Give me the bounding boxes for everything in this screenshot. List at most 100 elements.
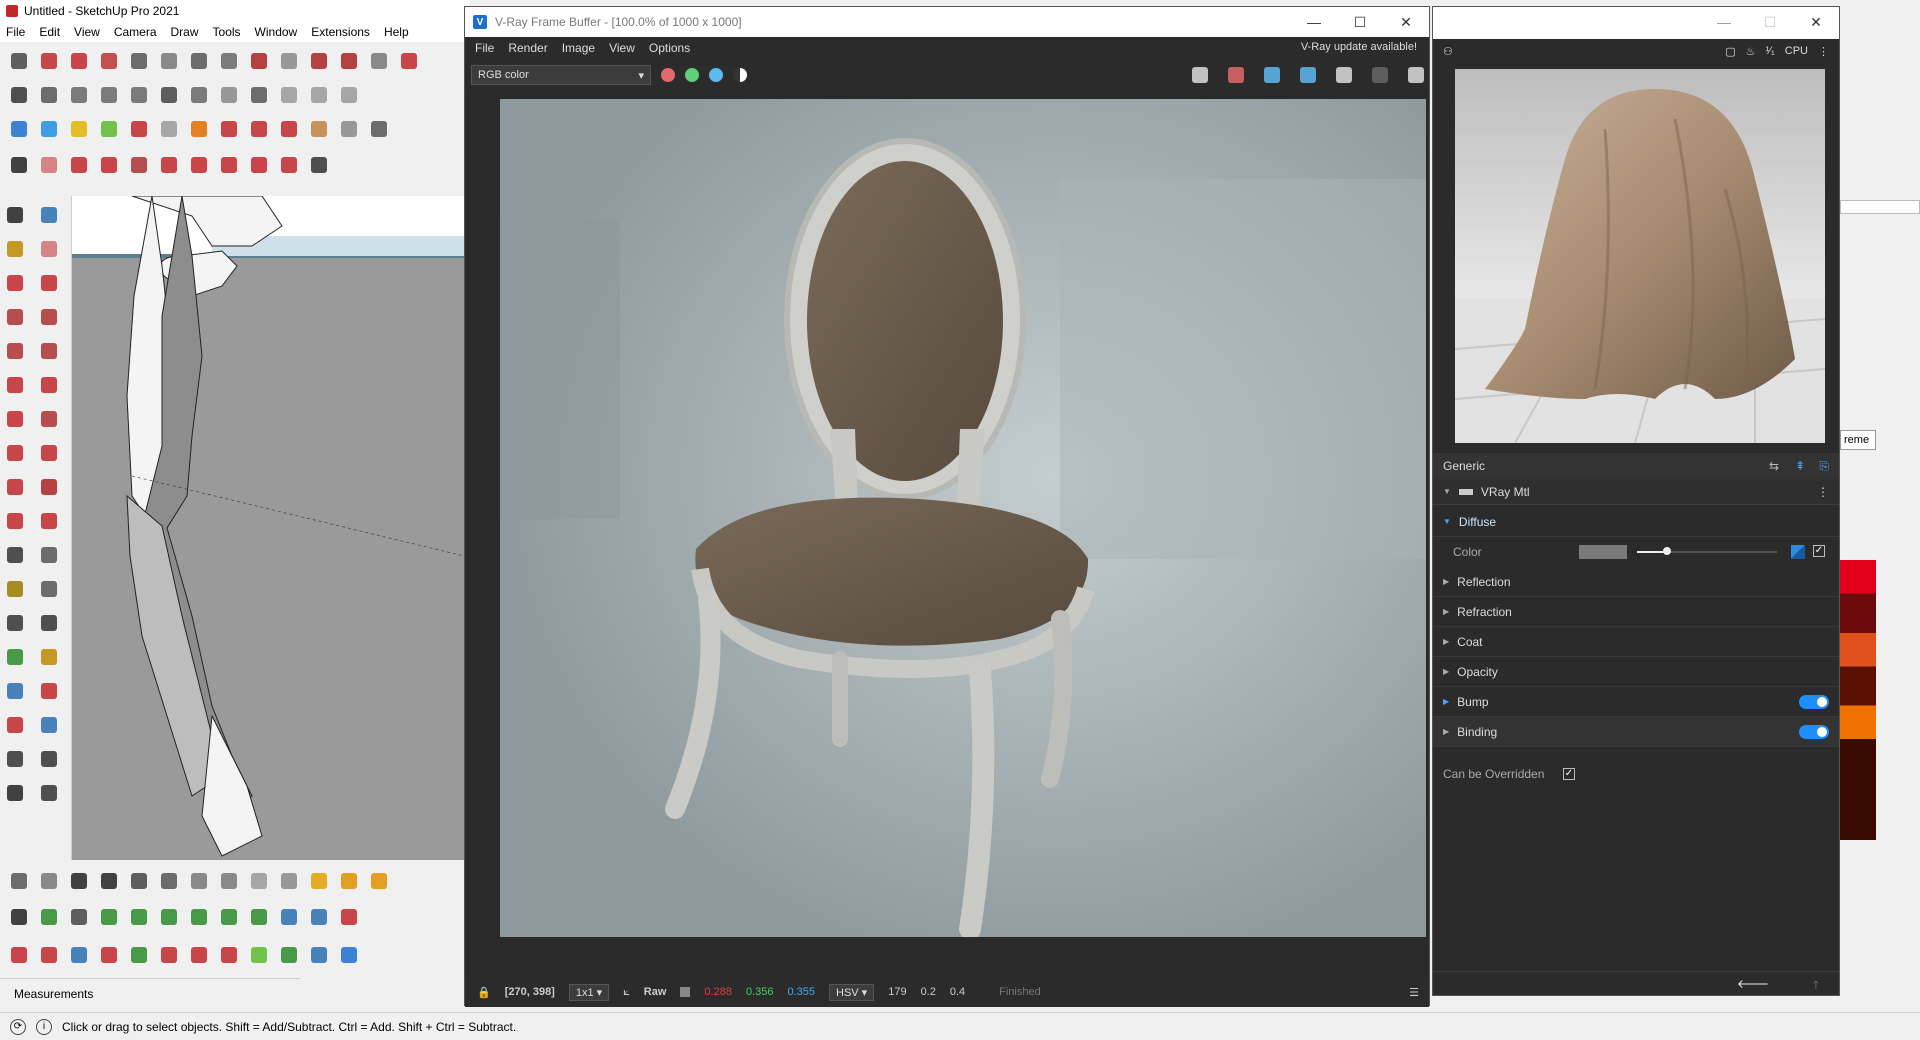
pan-icon[interactable]: [36, 644, 62, 670]
rectangle-tool-icon[interactable]: [2, 304, 28, 330]
vfb-menu-options[interactable]: Options: [649, 41, 690, 55]
arc-icon[interactable]: [96, 152, 122, 178]
hidden-line-icon[interactable]: [96, 82, 122, 108]
add-layer-icon[interactable]: ⇞: [1795, 459, 1805, 473]
adjust-icon[interactable]: ⇆: [1769, 459, 1779, 473]
section-icon[interactable]: [396, 48, 422, 74]
green-channel-icon[interactable]: [685, 68, 699, 82]
render-teapot-icon[interactable]: [1403, 62, 1429, 88]
minimize-icon[interactable]: —: [1291, 7, 1337, 37]
layer-3-icon[interactable]: [156, 904, 182, 930]
position-camera-icon[interactable]: [2, 746, 28, 772]
3d-text-icon[interactable]: [36, 610, 62, 636]
lamp-icon[interactable]: [156, 868, 182, 894]
binding-toggle[interactable]: [1799, 725, 1829, 739]
vfb-menu-file[interactable]: File: [475, 41, 494, 55]
line-icon[interactable]: [66, 152, 92, 178]
push-1-icon[interactable]: [6, 942, 32, 968]
lock-icon[interactable]: 🔒: [477, 986, 491, 999]
save-image-icon[interactable]: [1187, 62, 1213, 88]
smoove-icon[interactable]: [276, 48, 302, 74]
diffuse-checkbox[interactable]: ✓: [1813, 545, 1825, 557]
folder-icon[interactable]: [366, 868, 392, 894]
dimension-icon[interactable]: [36, 542, 62, 568]
vray-plane-icon[interactable]: [216, 116, 242, 142]
from-scratch-icon[interactable]: [366, 48, 392, 74]
arc-tool-icon[interactable]: [2, 372, 28, 398]
push-2-icon[interactable]: [36, 942, 62, 968]
push-pull-large-icon[interactable]: [36, 440, 62, 466]
vray-asset-editor-icon[interactable]: [66, 116, 92, 142]
color-picker-icon[interactable]: ⟀: [623, 986, 630, 999]
scale-icon[interactable]: [276, 152, 302, 178]
scenes-icon[interactable]: [66, 868, 92, 894]
preview-square-icon[interactable]: ▢: [1725, 45, 1735, 58]
follow-me-large-icon[interactable]: [36, 474, 62, 500]
vray-mtl-more-icon[interactable]: ⋮: [1817, 485, 1829, 499]
rotate-tool-icon[interactable]: [246, 152, 272, 178]
rectangle-icon[interactable]: [126, 152, 152, 178]
geo-location-icon[interactable]: ⟳: [10, 1018, 26, 1035]
sketchup-viewport[interactable]: [72, 196, 464, 860]
texture-slot-icon[interactable]: [1791, 545, 1805, 559]
section-fill-icon[interactable]: [36, 904, 62, 930]
section-cut-icon[interactable]: [66, 904, 92, 930]
orbit-icon[interactable]: [6, 48, 32, 74]
me-maximize-icon[interactable]: ☐: [1747, 7, 1793, 37]
stop-render-icon[interactable]: [1367, 62, 1393, 88]
terrain-icon[interactable]: [246, 942, 272, 968]
opacity-section[interactable]: ▶ Opacity: [1433, 657, 1839, 687]
stamp-icon[interactable]: [186, 48, 212, 74]
vfb-menu-view[interactable]: View: [609, 41, 635, 55]
vray-frame-buffer-icon[interactable]: [126, 116, 152, 142]
menu-edit[interactable]: Edit: [39, 25, 60, 39]
shaded-icon[interactable]: [126, 82, 152, 108]
bump-toggle[interactable]: [1799, 695, 1829, 709]
vray-interactive-icon[interactable]: [36, 116, 62, 142]
three-point-arc-icon[interactable]: [2, 406, 28, 432]
rotate-icon[interactable]: [66, 48, 92, 74]
reflection-section[interactable]: ▶ Reflection: [1433, 567, 1839, 597]
info-icon[interactable]: i: [36, 1018, 52, 1035]
menu-window[interactable]: Window: [255, 25, 298, 39]
move-icon[interactable]: [36, 48, 62, 74]
render-image[interactable]: [500, 99, 1426, 937]
me-close-icon[interactable]: ✕: [1793, 7, 1839, 37]
alpha-channel-icon[interactable]: [733, 68, 747, 82]
iso-view-icon[interactable]: [246, 82, 272, 108]
scale-large-icon[interactable]: [2, 508, 28, 534]
offset-large-icon[interactable]: [36, 508, 62, 534]
circle-icon[interactable]: [2, 338, 28, 364]
log-icon[interactable]: ☰: [1409, 986, 1419, 999]
move-tool-large-icon[interactable]: [2, 440, 28, 466]
close-icon[interactable]: ✕: [1383, 7, 1429, 37]
monochrome-icon[interactable]: [186, 82, 212, 108]
vray-fur-icon[interactable]: [246, 116, 272, 142]
vray-light-icon[interactable]: [186, 116, 212, 142]
drop-icon[interactable]: [276, 942, 302, 968]
measurements-box[interactable]: Measurements: [0, 978, 300, 1008]
menu-draw[interactable]: Draw: [171, 25, 199, 39]
red-channel-icon[interactable]: [661, 68, 675, 82]
vray-lister-icon[interactable]: [96, 116, 122, 142]
more-icon[interactable]: ⋮: [1818, 45, 1829, 58]
axis-icon[interactable]: [336, 942, 362, 968]
coat-expand-icon[interactable]: ▶: [1443, 637, 1449, 646]
tape-measure-large-icon[interactable]: [2, 542, 28, 568]
diffuse-slider-handle[interactable]: [1663, 547, 1671, 555]
blue-channel-icon[interactable]: [709, 68, 723, 82]
coat-section[interactable]: ▶ Coat: [1433, 627, 1839, 657]
track-mouse-icon[interactable]: [1295, 62, 1321, 88]
back-arrow-icon[interactable]: 🡐: [1737, 976, 1769, 991]
select-tool-icon[interactable]: [2, 202, 28, 228]
from-contours-icon[interactable]: [336, 48, 362, 74]
menu-tools[interactable]: Tools: [213, 25, 241, 39]
refraction-expand-icon[interactable]: ▶: [1443, 607, 1449, 616]
axes-icon[interactable]: [2, 610, 28, 636]
pie-icon[interactable]: [36, 406, 62, 432]
layer-1-icon[interactable]: [96, 904, 122, 930]
previous-view-icon[interactable]: [36, 712, 62, 738]
layer-6-icon[interactable]: [246, 904, 272, 930]
vray-mesh-icon[interactable]: [276, 116, 302, 142]
line-tool-icon[interactable]: [2, 270, 28, 296]
